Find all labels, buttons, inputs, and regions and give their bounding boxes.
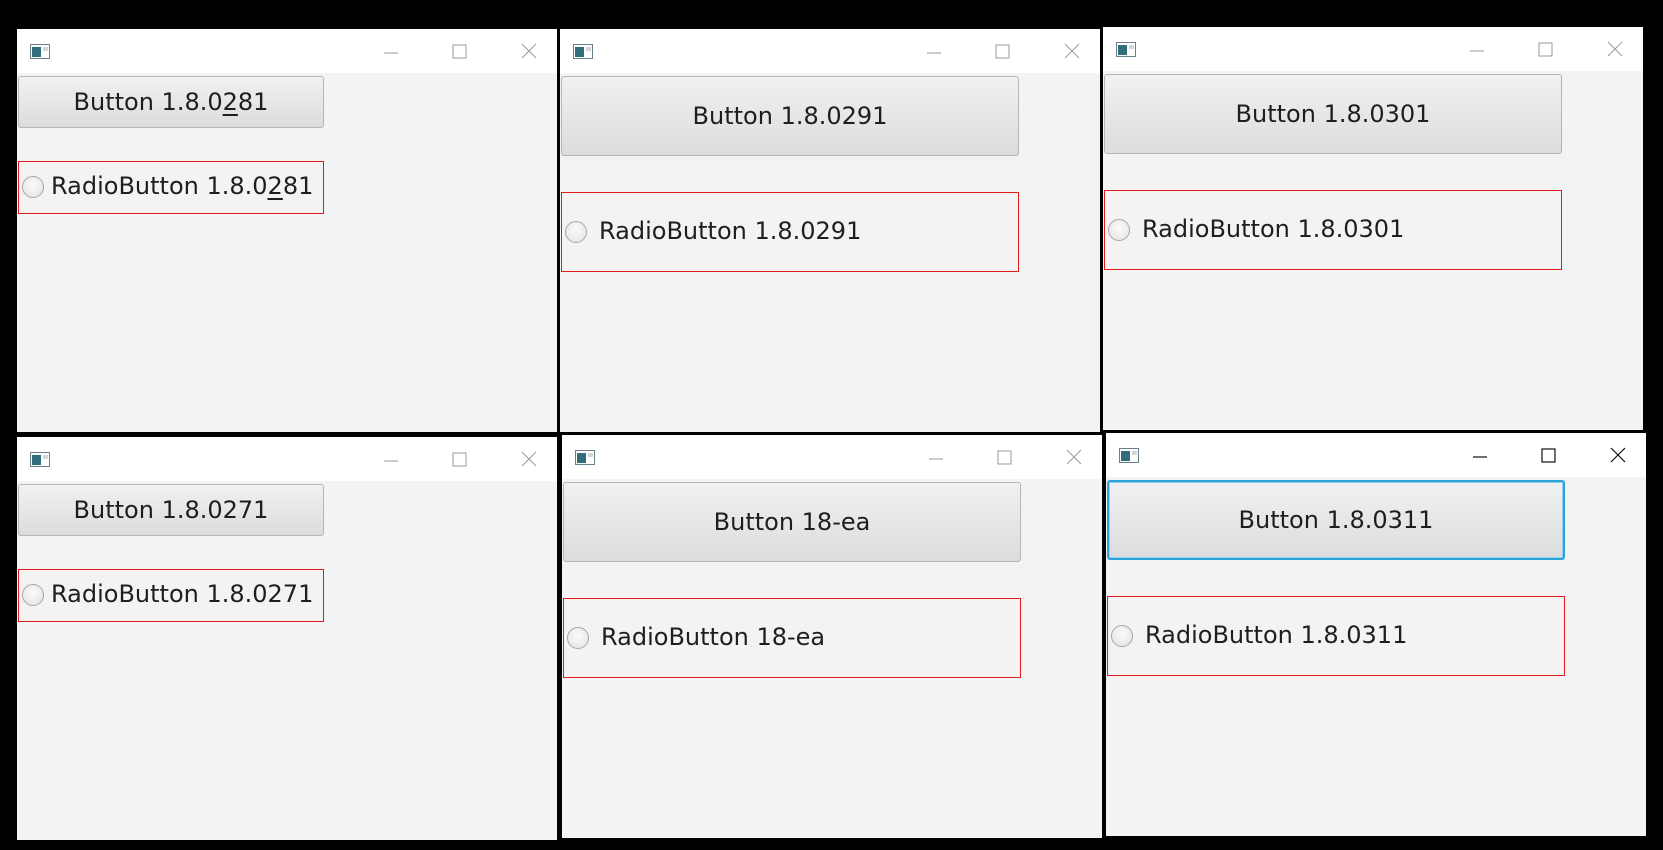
version-button[interactable]: Button 1.8.0301: [1104, 74, 1562, 154]
version-button[interactable]: Button 1.8.0 2 81: [18, 76, 324, 128]
radio-label: RadioButton 1.8.0291: [599, 217, 862, 245]
radio-mnemonic-char: 2: [267, 172, 283, 200]
radio-label: RadioButton 1.8.0281: [51, 172, 313, 200]
minimize-icon[interactable]: [919, 36, 949, 66]
maximize-icon[interactable]: [1530, 34, 1560, 64]
radio-circle-icon[interactable]: [22, 176, 44, 198]
version-radio-button[interactable]: RadioButton 1.8.0311: [1107, 596, 1565, 676]
maximize-icon[interactable]: [1533, 440, 1563, 470]
close-icon[interactable]: [1059, 442, 1089, 472]
version-radio-button[interactable]: RadioButton 1.8.0281: [18, 161, 324, 214]
radio-circle-icon[interactable]: [567, 627, 589, 649]
window-5: Button 18-ea RadioButton 18-ea: [562, 435, 1102, 838]
close-icon[interactable]: [1057, 36, 1087, 66]
java-app-icon: [30, 452, 50, 467]
close-icon[interactable]: [514, 444, 544, 474]
minimize-icon[interactable]: [1465, 440, 1495, 470]
window-6: Button 1.8.0311 RadioButton 1.8.0311: [1106, 433, 1646, 836]
maximize-icon[interactable]: [444, 36, 474, 66]
radio-label-suffix: 81: [282, 172, 314, 200]
close-icon[interactable]: [514, 36, 544, 66]
radio-circle-icon[interactable]: [22, 584, 44, 606]
java-app-icon: [1116, 42, 1136, 57]
radio-label: RadioButton 1.8.0311: [1145, 621, 1408, 649]
title-bar[interactable]: [1106, 433, 1646, 477]
title-bar[interactable]: [17, 437, 557, 481]
button-label-suffix: 81: [237, 88, 269, 116]
title-bar[interactable]: [560, 29, 1100, 73]
version-button[interactable]: Button 1.8.0291: [561, 76, 1019, 156]
title-bar[interactable]: [562, 435, 1102, 479]
version-radio-button[interactable]: RadioButton 1.8.0271: [18, 569, 324, 622]
version-radio-button[interactable]: RadioButton 18-ea: [563, 598, 1021, 678]
java-app-icon: [30, 44, 50, 59]
radio-label-prefix: RadioButton 1.8.0: [51, 172, 268, 200]
version-radio-button[interactable]: RadioButton 1.8.0291: [561, 192, 1019, 272]
window-2: Button 1.8.0291 RadioButton 1.8.0291: [560, 29, 1100, 432]
window-4: Button 1.8.0271 RadioButton 1.8.0271: [17, 437, 557, 840]
radio-circle-icon[interactable]: [565, 221, 587, 243]
button-label-prefix: Button 1.8.0: [73, 88, 223, 116]
java-app-icon: [575, 450, 595, 465]
java-app-icon: [573, 44, 593, 59]
window-3: Button 1.8.0301 RadioButton 1.8.0301: [1103, 27, 1643, 430]
minimize-icon[interactable]: [1462, 34, 1492, 64]
button-mnemonic-char: 2: [222, 88, 238, 116]
radio-circle-icon[interactable]: [1108, 219, 1130, 241]
title-bar[interactable]: [17, 29, 557, 73]
maximize-icon[interactable]: [987, 36, 1017, 66]
maximize-icon[interactable]: [989, 442, 1019, 472]
java-app-icon: [1119, 448, 1139, 463]
title-bar[interactable]: [1103, 27, 1643, 71]
minimize-icon[interactable]: [376, 36, 406, 66]
version-button[interactable]: Button 1.8.0271: [18, 484, 324, 536]
minimize-icon[interactable]: [376, 444, 406, 474]
version-button[interactable]: Button 1.8.0311: [1107, 480, 1565, 560]
window-1: Button 1.8.0 2 81 RadioButton 1.8.0281: [17, 29, 557, 432]
radio-circle-icon[interactable]: [1111, 625, 1133, 647]
version-button[interactable]: Button 18-ea: [563, 482, 1021, 562]
radio-label: RadioButton 1.8.0271: [51, 580, 314, 608]
maximize-icon[interactable]: [444, 444, 474, 474]
radio-label: RadioButton 1.8.0301: [1142, 215, 1405, 243]
minimize-icon[interactable]: [921, 442, 951, 472]
version-radio-button[interactable]: RadioButton 1.8.0301: [1104, 190, 1562, 270]
radio-label: RadioButton 18-ea: [601, 623, 826, 651]
close-icon[interactable]: [1600, 34, 1630, 64]
close-icon[interactable]: [1603, 440, 1633, 470]
